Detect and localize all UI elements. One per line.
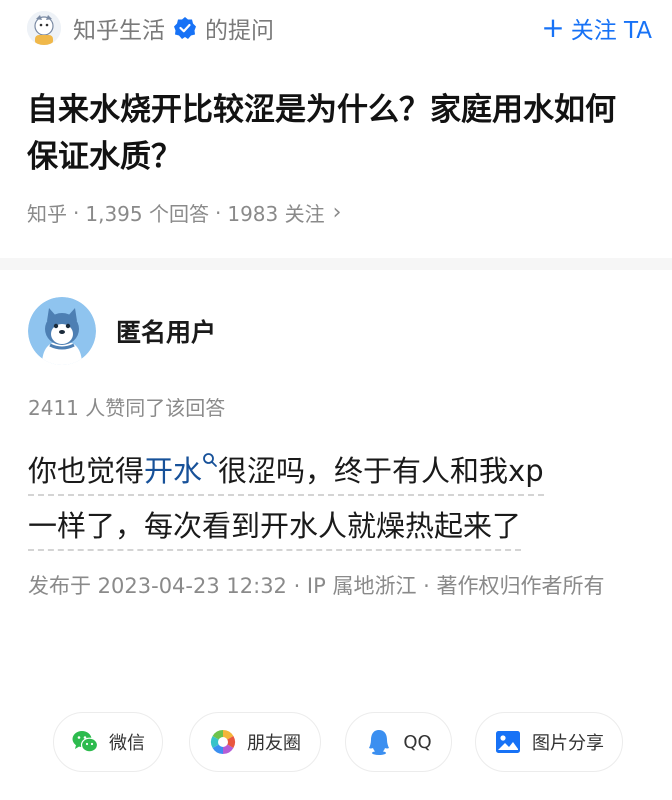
meta-separator: ·	[214, 200, 222, 225]
keyword-link[interactable]: 开水	[144, 454, 202, 488]
chevron-right-icon: ›	[332, 200, 342, 225]
section-divider	[0, 258, 672, 270]
asker-suffix: 的提问	[205, 18, 274, 44]
share-image-label: 图片分享	[532, 733, 604, 754]
image-share-icon	[496, 731, 520, 753]
answer-author: 匿名用户	[28, 297, 216, 365]
verified-badge-icon	[174, 17, 196, 39]
answer-text: 你也觉得	[28, 454, 145, 488]
answer-content: 你也觉得开水 很涩吗，终于有人和我xp 一样了，每次看到开水人就燥热起来了	[28, 444, 643, 554]
meta-separator: ·	[73, 200, 80, 225]
meta-source: 知乎	[27, 202, 67, 226]
answer-text: 很涩吗，终于有人和我xp	[218, 454, 544, 488]
answer-line-1: 你也觉得开水 很涩吗，终于有人和我xp	[28, 452, 544, 496]
share-wechat-button[interactable]: 微信	[53, 712, 163, 772]
share-qq-button[interactable]: QQ	[345, 712, 452, 772]
share-qq-label: QQ	[403, 731, 432, 753]
plus-icon: +	[541, 11, 565, 44]
vote-count: 2411 人赞同了该回答	[28, 396, 226, 420]
author-avatar[interactable]	[28, 297, 96, 365]
anonymous-avatar-icon	[28, 297, 96, 365]
follow-label: 关注 TA	[570, 18, 652, 44]
meta-answers: 1,395 个回答	[85, 202, 209, 226]
share-image-button[interactable]: 图片分享	[475, 712, 623, 772]
cartoon-avatar-icon	[27, 11, 61, 45]
asker-row: 知乎生活 的提问 + 关注 TA	[27, 8, 652, 48]
asker-avatar[interactable]	[27, 11, 61, 45]
question-title[interactable]: 自来水烧开比较涩是为什么？家庭用水如何保证水质？	[27, 87, 642, 181]
moments-icon	[210, 730, 236, 754]
meta-followers: 1983 关注	[227, 202, 325, 226]
wechat-icon	[72, 731, 99, 753]
question-meta[interactable]: 知乎 · 1,395 个回答 · 1983 关注 ›	[27, 198, 341, 227]
question-header: 知乎生活 的提问 + 关注 TA 自来水烧开比较涩是为什么？家庭用水如何保证水质…	[0, 0, 672, 258]
share-moments-label: 朋友圈	[247, 733, 301, 754]
answer-line-2: 一样了，每次看到开水人就燥热起来了	[28, 509, 522, 551]
qq-icon	[369, 730, 390, 755]
publish-info: 发布于 2023-04-23 12:32 · IP 属地浙江 · 著作权归作者所…	[28, 574, 605, 598]
share-wechat-label: 微信	[109, 733, 145, 754]
search-icon[interactable]	[202, 452, 218, 468]
follow-button[interactable]: + 关注 TA	[541, 11, 652, 45]
asker-name[interactable]: 知乎生活	[73, 11, 165, 45]
share-bar: 微信 朋友圈 QQ 图片分享	[0, 712, 672, 774]
share-moments-button[interactable]: 朋友圈	[189, 712, 321, 772]
author-name[interactable]: 匿名用户	[116, 313, 216, 349]
